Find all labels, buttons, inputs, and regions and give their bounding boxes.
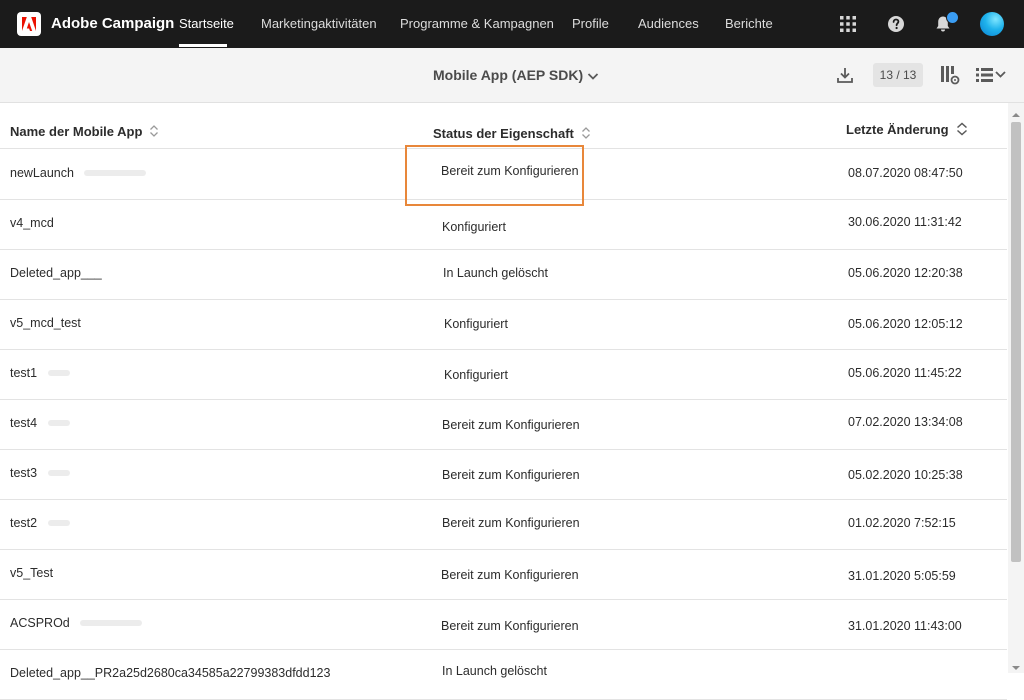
nav-item-marketingaktivitaeten[interactable]: Marketingaktivitäten bbox=[261, 0, 377, 48]
nav-item-startseite[interactable]: Startseite bbox=[179, 0, 234, 48]
redacted-text bbox=[80, 620, 142, 626]
cell-date: 31.01.2020 5:05:59 bbox=[848, 569, 956, 583]
cell-name: v5_mcd_test bbox=[10, 316, 81, 330]
cell-date: 01.02.2020 7:52:15 bbox=[848, 516, 956, 530]
list-view-icon[interactable] bbox=[976, 67, 1008, 88]
view-selector[interactable]: Mobile App (AEP SDK) bbox=[433, 48, 599, 103]
table-row[interactable]: test4 Bereit zum Konfigurieren 07.02.202… bbox=[0, 399, 1007, 450]
cell-status: Bereit zum Konfigurieren bbox=[442, 468, 580, 482]
active-nav-indicator bbox=[179, 44, 227, 47]
cell-name: test4 bbox=[10, 416, 38, 430]
cell-status: Bereit zum Konfigurieren bbox=[441, 619, 579, 633]
highlight-box bbox=[405, 145, 584, 206]
cell-status: Konfiguriert bbox=[444, 317, 508, 331]
cell-name: v5_Test bbox=[10, 566, 54, 580]
cell-name: test3 bbox=[10, 466, 38, 480]
cell-name: Deleted_app___ bbox=[10, 266, 102, 280]
table-row[interactable]: test1 Konfiguriert 05.06.2020 11:45:22 bbox=[0, 349, 1007, 400]
cell-date: 05.06.2020 11:45:22 bbox=[848, 366, 962, 380]
scroll-down-arrow-icon[interactable] bbox=[1011, 660, 1021, 670]
cell-status: In Launch gelöscht bbox=[443, 266, 548, 280]
redacted-text bbox=[48, 470, 70, 476]
cell-status: In Launch gelöscht bbox=[442, 664, 547, 678]
apps-grid-icon[interactable] bbox=[839, 15, 857, 38]
chevron-down-icon bbox=[587, 49, 599, 103]
cell-status: Konfiguriert bbox=[442, 220, 506, 234]
cell-name: test2 bbox=[10, 516, 38, 530]
column-config-icon[interactable] bbox=[940, 65, 960, 90]
nav-item-profile[interactable]: Profile bbox=[572, 0, 609, 48]
notification-dot bbox=[946, 11, 959, 24]
cell-name: test1 bbox=[10, 366, 38, 380]
scrollbar-thumb[interactable] bbox=[1011, 122, 1021, 562]
adobe-logo-icon[interactable] bbox=[17, 12, 41, 36]
column-header-status[interactable]: Status der Eigenschaft bbox=[433, 126, 591, 143]
cell-status: Bereit zum Konfigurieren bbox=[442, 516, 580, 530]
cell-date: 05.02.2020 10:25:38 bbox=[848, 468, 963, 482]
cell-date: 30.06.2020 11:31:42 bbox=[848, 215, 962, 229]
sort-icon bbox=[149, 124, 159, 141]
redacted-text bbox=[84, 170, 146, 176]
cell-name: newLaunch bbox=[10, 166, 74, 180]
cell-status: Konfiguriert bbox=[444, 368, 508, 382]
cell-status: Bereit zum Konfigurieren bbox=[441, 568, 579, 582]
scroll-up-arrow-icon[interactable] bbox=[1011, 107, 1021, 117]
help-icon[interactable] bbox=[887, 15, 905, 38]
redacted-text bbox=[48, 420, 70, 426]
table-row[interactable]: v5_mcd_test Konfiguriert 05.06.2020 12:0… bbox=[0, 299, 1007, 350]
cell-date: 08.07.2020 08:47:50 bbox=[848, 166, 963, 180]
nav-item-berichte[interactable]: Berichte bbox=[725, 0, 773, 48]
redacted-text bbox=[48, 520, 70, 526]
column-header-last-modified[interactable]: Letzte Änderung bbox=[846, 122, 968, 139]
view-title: Mobile App (AEP SDK) bbox=[433, 67, 584, 83]
cell-date: 05.06.2020 12:05:12 bbox=[848, 317, 963, 331]
table-row[interactable]: test3 Bereit zum Konfigurieren 05.02.202… bbox=[0, 449, 1007, 500]
table-row[interactable]: Deleted_app___ In Launch gelöscht 05.06.… bbox=[0, 249, 1007, 300]
cell-name: Deleted_app__PR2a25d2680ca34585a22799383… bbox=[10, 666, 331, 680]
redacted-text bbox=[48, 370, 70, 376]
view-toolbar: Mobile App (AEP SDK) bbox=[0, 48, 1024, 103]
column-header-name[interactable]: Name der Mobile App bbox=[10, 124, 159, 141]
nav-item-programme-kampagnen[interactable]: Programme & Kampagnen bbox=[400, 0, 554, 48]
table-row[interactable]: Deleted_app__PR2a25d2680ca34585a22799383… bbox=[0, 649, 1007, 700]
cell-name: ACSPROd bbox=[10, 616, 70, 630]
sort-icon bbox=[956, 122, 968, 139]
app-title[interactable]: Adobe Campaign bbox=[51, 0, 174, 48]
cell-date: 07.02.2020 13:34:08 bbox=[848, 415, 963, 429]
column-header-label: Letzte Änderung bbox=[846, 122, 949, 137]
cell-name: v4_mcd bbox=[10, 216, 54, 230]
table-row[interactable]: test2 Bereit zum Konfigurieren 01.02.202… bbox=[0, 499, 1007, 550]
cell-date: 31.01.2020 11:43:00 bbox=[848, 619, 962, 633]
table-row[interactable]: ACSPROd Bereit zum Konfigurieren 31.01.2… bbox=[0, 599, 1007, 650]
nav-item-audiences[interactable]: Audiences bbox=[638, 0, 699, 48]
cell-status: Bereit zum Konfigurieren bbox=[442, 418, 580, 432]
table-row[interactable]: v4_mcd Konfiguriert 30.06.2020 11:31:42 bbox=[0, 199, 1007, 250]
record-counter: 13 / 13 bbox=[873, 63, 923, 87]
avatar[interactable] bbox=[980, 12, 1004, 36]
download-icon[interactable] bbox=[836, 66, 854, 89]
cell-date: 05.06.2020 12:20:38 bbox=[848, 266, 963, 280]
top-navigation-bar: Adobe Campaign Startseite Marketingaktiv… bbox=[0, 0, 1024, 48]
sort-icon bbox=[581, 126, 591, 143]
table-row[interactable]: v5_Test Bereit zum Konfigurieren 31.01.2… bbox=[0, 549, 1007, 600]
column-header-label: Name der Mobile App bbox=[10, 124, 143, 139]
column-header-label: Status der Eigenschaft bbox=[433, 126, 574, 141]
